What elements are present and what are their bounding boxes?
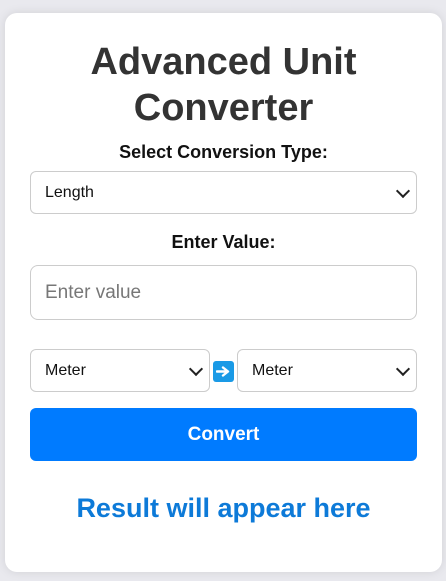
chevron-down-icon [188,361,204,376]
value-input[interactable] [30,265,417,320]
page-title: Advanced Unit Converter [5,39,442,131]
title-line-2: Converter [133,87,314,129]
conversion-type-label: Select Conversion Type: [119,142,328,162]
right-arrow-icon [213,361,234,382]
to-unit-select[interactable]: Meter [237,349,417,392]
conversion-type-value: Length [45,183,94,201]
convert-button[interactable]: Convert [30,408,417,461]
value-label: Enter Value: [171,232,276,252]
result-text: Result will appear here [76,493,371,523]
chevron-down-icon [395,361,411,376]
from-unit-select[interactable]: Meter [30,349,210,392]
conversion-type-select[interactable]: Length [30,171,417,214]
title-line-1: Advanced Unit [90,41,357,83]
chevron-down-icon [395,183,411,198]
to-unit-value: Meter [252,361,293,379]
from-unit-value: Meter [45,361,86,379]
converter-card: Advanced Unit Converter Select Conversio… [5,13,442,572]
